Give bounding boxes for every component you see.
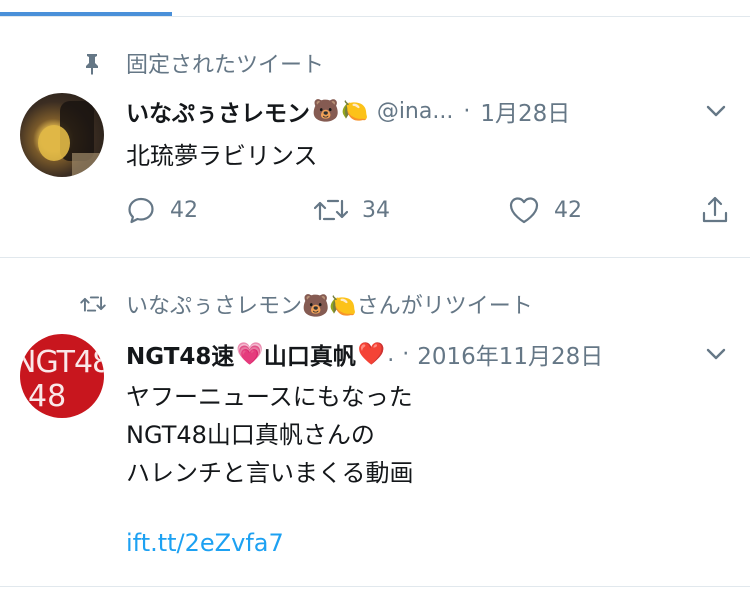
share-button[interactable] <box>700 195 744 225</box>
retweeted-tweet[interactable]: いなぷぅさレモン🐻🍋さんがリツイート NGT48 48 NGT48速 💗 山口真… <box>0 258 750 587</box>
chevron-down-icon[interactable] <box>704 99 728 123</box>
tweet-link[interactable]: ift.tt/2eZvfa7 <box>126 524 284 562</box>
separator-dot: · <box>402 341 410 367</box>
display-name[interactable]: いなぷぅさレモン <box>126 94 310 128</box>
tweet-header: いなぷぅさレモン 🐻 🍋 @ina... · 1月28日 <box>126 91 750 131</box>
pin-icon <box>80 48 116 78</box>
heart-emoji: 💗 <box>236 341 264 367</box>
retweet-icon <box>80 289 116 319</box>
tweet-timestamp[interactable]: 2016年11月28日 <box>417 337 603 371</box>
avatar[interactable] <box>20 93 104 177</box>
chevron-down-icon[interactable] <box>704 342 728 366</box>
like-count: 42 <box>554 197 582 223</box>
tweet-header: NGT48速 💗 山口真帆 ❤️ . · 2016年11月28日 <box>126 334 750 374</box>
retweet-icon <box>314 199 348 221</box>
reply-icon <box>128 197 154 224</box>
retweeted-by-label[interactable]: いなぷぅさレモン🐻🍋さんがリツイート <box>126 288 533 320</box>
avatar-logo-text: NGT48 <box>20 345 104 380</box>
avatar[interactable]: NGT48 48 <box>20 334 104 418</box>
display-name-continued[interactable]: 山口真帆 <box>264 337 356 371</box>
truncation-mark: . <box>387 341 395 367</box>
retweet-count: 34 <box>362 197 390 223</box>
share-icon <box>702 196 728 223</box>
reply-button[interactable]: 42 <box>126 195 198 225</box>
separator-dot: · <box>463 98 471 124</box>
pinned-tweet[interactable]: 固定されたツイート いなぷぅさレモン 🐻 🍋 @ina... · 1月28日 北… <box>0 17 750 258</box>
display-name[interactable]: NGT48速 <box>126 337 234 371</box>
like-button[interactable]: 42 <box>508 195 582 225</box>
like-icon <box>509 197 539 224</box>
pinned-label: 固定されたツイート <box>126 53 325 78</box>
retweet-button[interactable]: 34 <box>314 195 390 225</box>
tweet-actions: 42 34 42 <box>126 190 732 230</box>
active-tab-indicator <box>0 12 172 16</box>
red-heart-emoji: ❤️ <box>357 341 386 367</box>
username-handle[interactable]: @ina... <box>377 99 454 124</box>
lemon-emoji: 🍋 <box>341 98 369 124</box>
reply-count: 42 <box>170 197 198 223</box>
top-tab-bar <box>0 0 750 17</box>
tweet-timestamp[interactable]: 1月28日 <box>480 94 570 128</box>
retweet-context: いなぷぅさレモン🐻🍋さんがリツイート <box>76 284 533 324</box>
pinned-context: 固定されたツイート <box>76 43 324 83</box>
bear-emoji: 🐻 <box>312 98 340 124</box>
tweet-text: 北琉夢ラビリンス <box>126 142 318 170</box>
tweet-text: ヤフーニュースにもなった NGT48山口真帆さんの ハレンチと言いまくる動画 <box>126 383 414 487</box>
svg-text:48: 48 <box>28 379 66 414</box>
